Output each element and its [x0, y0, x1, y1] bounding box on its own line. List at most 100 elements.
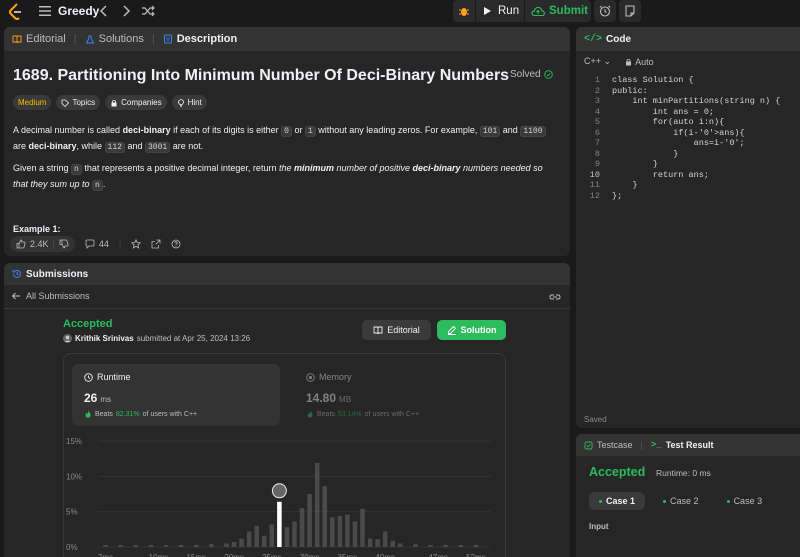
run-button[interactable]: Run [476, 0, 524, 22]
memory-beats-suffix: of users with C++ [364, 410, 420, 418]
debug-button[interactable] [453, 0, 475, 22]
distribution-bar [428, 544, 433, 547]
problem-list-title[interactable]: Greedy [58, 4, 99, 18]
topics-chip[interactable]: Topics [56, 95, 101, 110]
case-tab-1[interactable]: Case 1 [589, 492, 646, 510]
term-deci-binary: deci-binary [122, 125, 171, 135]
term-deci-binary: deci-binary [412, 163, 461, 173]
tab-test-result[interactable]: >_ Test Result [651, 440, 714, 450]
comment-count: 44 [98, 239, 109, 249]
hint-chip[interactable]: Hint [171, 95, 207, 110]
distribution-bar [458, 544, 464, 547]
solution-button[interactable]: Solution [437, 320, 506, 340]
code-line[interactable]: 1 class Solution { [576, 75, 800, 86]
submissions-title: Submissions [26, 268, 89, 280]
arrow-left-icon [11, 292, 20, 300]
companies-label: Companies [121, 98, 162, 107]
line-number: 8 [594, 148, 600, 159]
pass-dot [599, 499, 602, 503]
distribution-bar [224, 543, 229, 547]
checkbox-icon [584, 441, 593, 449]
term-minimum: minimum [293, 163, 334, 173]
tab-testcase[interactable]: Testcase [584, 440, 633, 450]
leetcode-logo-icon[interactable] [9, 3, 23, 20]
test-result-status: Accepted [589, 465, 646, 479]
thumbs-up-icon[interactable] [16, 239, 26, 249]
memory-header: Memory [306, 372, 352, 382]
code-line[interactable]: 7 ans=i-'0'; [576, 138, 800, 149]
code-text: int ans = 0; [612, 106, 715, 117]
memory-beats-prefix: Beats [317, 410, 335, 418]
distribution-bar [133, 544, 139, 547]
memory-beats: Beats 53.14% of users with C++ [306, 410, 419, 418]
code-line[interactable]: 8 } [576, 149, 800, 160]
test-tabs: Testcase | >_ Test Result [576, 434, 800, 456]
memory-box[interactable]: Memory 14.80 MB Beats 53.14% of users wit… [294, 364, 494, 426]
line-number: 12 [589, 190, 600, 201]
companies-chip[interactable]: Companies [105, 95, 167, 110]
share-icon[interactable] [151, 239, 161, 249]
solved-label: Solved [510, 69, 541, 80]
term-deci-binary: deci-binary [28, 141, 77, 151]
code-line[interactable]: 4 int ans = 0; [576, 107, 800, 118]
line-number: 9 [594, 159, 600, 169]
auto-mode[interactable]: Auto [625, 56, 654, 67]
tab-solutions[interactable]: Solutions [85, 33, 144, 45]
code-editor[interactable]: 1 class Solution {2 public: 3 int minPartit… [576, 75, 800, 201]
distribution-bar [307, 494, 312, 547]
code-line[interactable]: 10 return ans; [576, 170, 800, 181]
x-tick-label: 3ms [98, 553, 113, 557]
runtime-value-row: 26 ms [84, 391, 111, 405]
runtime-beats: Beats 82.31% of users with C++ [84, 410, 197, 418]
distribution-bar [193, 544, 199, 547]
tab-description[interactable]: Description [163, 33, 237, 45]
problem-list-icon[interactable] [38, 4, 52, 18]
all-submissions-link[interactable]: All Submissions [11, 291, 90, 301]
line-number: 6 [594, 127, 600, 138]
case-tab-3[interactable]: Case 3 [717, 492, 773, 510]
solved-status: Solved [510, 69, 553, 80]
runtime-box[interactable]: Runtime 26 ms Beats 82.31% of users with … [72, 364, 280, 426]
notes-button[interactable] [619, 0, 641, 22]
check-circle-icon [543, 70, 553, 79]
code-line[interactable]: 11 } [576, 180, 800, 191]
text-run: and [500, 125, 521, 135]
code-line[interactable]: 9 } [576, 159, 800, 170]
runtime-unit: ms [100, 395, 112, 404]
editorial-button[interactable]: Editorial [362, 320, 431, 340]
submissions-header: Submissions [4, 263, 570, 285]
fire-icon [85, 410, 91, 418]
star-icon[interactable] [131, 239, 142, 249]
code-line[interactable]: 6 if(i-'0'>ans){ [576, 128, 800, 139]
thumbs-down-icon[interactable] [59, 239, 69, 249]
next-problem-icon[interactable] [119, 4, 133, 18]
timer-button[interactable] [594, 0, 616, 22]
comments-button[interactable]: 44 [85, 239, 109, 249]
text-run: the [278, 163, 294, 173]
y-tick-label: 10% [66, 472, 82, 481]
author-name[interactable]: Krithik Srinivas [75, 334, 134, 343]
code-text: } [612, 159, 658, 169]
shuffle-icon[interactable] [141, 4, 155, 18]
distribution-bar [163, 544, 169, 547]
copy-link-icon[interactable] [549, 292, 561, 302]
help-icon[interactable] [171, 239, 181, 249]
chevron-down-icon: ⌄ [603, 56, 612, 66]
tab-editorial[interactable]: Editorial [12, 33, 66, 45]
code-line[interactable]: 2 public: [576, 86, 800, 97]
distribution-bar [209, 544, 214, 547]
edit-icon [447, 325, 456, 335]
submission-status: Accepted [63, 318, 113, 330]
x-tick-label: 40ms [375, 553, 395, 557]
distribution-bar [367, 538, 373, 547]
code-line[interactable]: 3 int minPartitions(string n) { [576, 96, 800, 107]
code-line[interactable]: 5 for(auto i:n){ [576, 117, 800, 128]
topics-label: Topics [72, 98, 96, 107]
text-run: or [291, 125, 305, 135]
prev-problem-icon[interactable] [97, 4, 111, 18]
code-line[interactable]: 12}; [576, 191, 800, 202]
line-number: 10 [589, 169, 600, 180]
language-select[interactable]: C++ ⌄ [584, 56, 611, 67]
case-tab-2[interactable]: Case 2 [653, 492, 709, 510]
submit-button[interactable]: Submit [525, 0, 591, 22]
